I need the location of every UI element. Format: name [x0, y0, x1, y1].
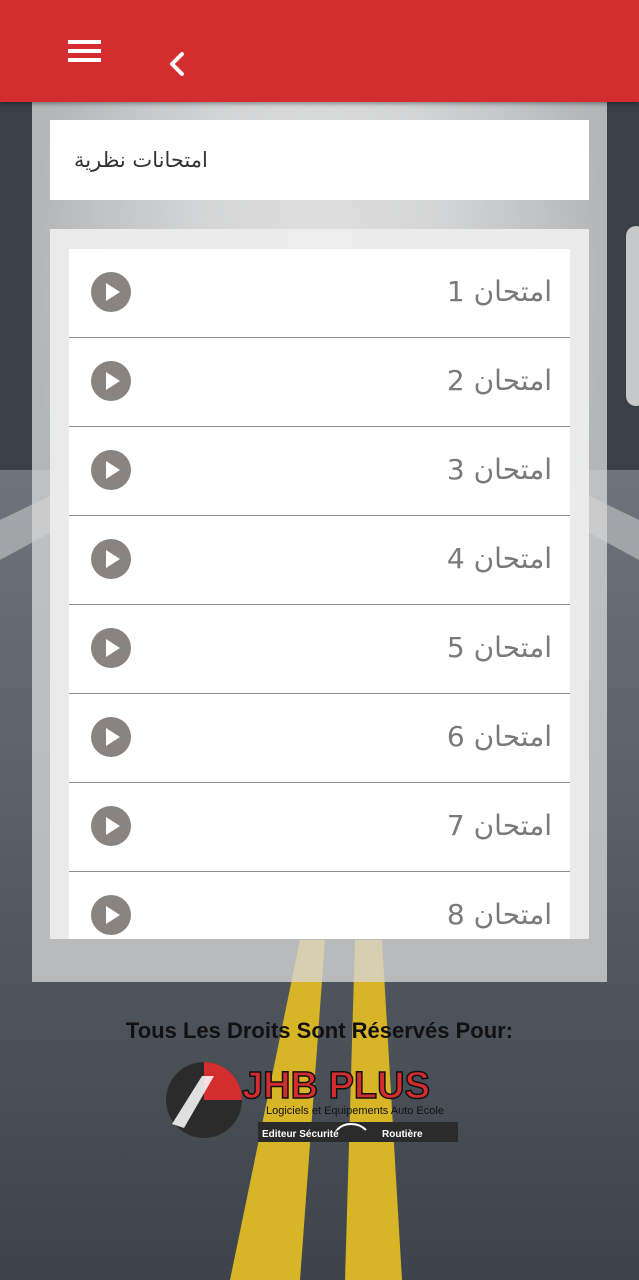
play-circle-icon[interactable]	[91, 272, 131, 312]
play-circle-icon[interactable]	[91, 450, 131, 490]
exam-label: امتحان 8	[446, 898, 552, 931]
logo-sub-right: Routière	[382, 1129, 423, 1140]
play-circle-icon[interactable]	[91, 361, 131, 401]
page-title-box: امتحانات نظرية	[50, 120, 589, 200]
exam-list-item[interactable]: امتحان 3	[69, 427, 570, 516]
chevron-left-icon[interactable]	[158, 44, 198, 84]
exam-list-card: امتحان 1 امتحان 2 امتحان 3 امتحان 4 امتحان 5…	[50, 229, 589, 939]
exam-label: امتحان 4	[446, 542, 552, 575]
play-circle-icon[interactable]	[91, 539, 131, 579]
page-title: امتحانات نظرية	[74, 148, 208, 172]
exam-label: امتحان 7	[446, 809, 552, 842]
exam-list[interactable]: امتحان 1 امتحان 2 امتحان 3 امتحان 4 امتحان 5…	[69, 249, 570, 939]
exam-label: امتحان 5	[446, 631, 552, 664]
exam-list-item[interactable]: امتحان 4	[69, 516, 570, 605]
hamburger-menu-icon[interactable]	[64, 36, 106, 68]
play-circle-icon[interactable]	[91, 895, 131, 935]
logo-tagline: Logiciels et Equipements Auto Ecole	[266, 1105, 444, 1117]
copyright-text: Tous Les Droits Sont Réservés Pour:	[125, 1018, 514, 1043]
logo-brand: JHB PLUS	[242, 1065, 430, 1107]
exam-list-item[interactable]: امتحان 8	[69, 872, 570, 939]
exam-list-item[interactable]: امتحان 7	[69, 783, 570, 872]
exam-list-item[interactable]: امتحان 5	[69, 605, 570, 694]
logo-sub-left: Editeur Sécurité	[262, 1129, 339, 1140]
play-circle-icon[interactable]	[91, 717, 131, 757]
play-circle-icon[interactable]	[91, 628, 131, 668]
jhb-plus-logo: JHB PLUS Logiciels et Equipements Auto E…	[166, 1062, 458, 1142]
exam-list-item[interactable]: امتحان 6	[69, 694, 570, 783]
exam-label: امتحان 6	[446, 720, 552, 753]
top-app-bar	[0, 0, 639, 102]
exam-label: امتحان 3	[446, 453, 552, 486]
exam-label: امتحان 1	[446, 275, 552, 308]
play-circle-icon[interactable]	[91, 806, 131, 846]
exam-list-item[interactable]: امتحان 1	[69, 249, 570, 338]
exam-label: امتحان 2	[446, 364, 552, 397]
exam-list-item[interactable]: امتحان 2	[69, 338, 570, 427]
side-drawer-handle[interactable]	[626, 226, 639, 406]
